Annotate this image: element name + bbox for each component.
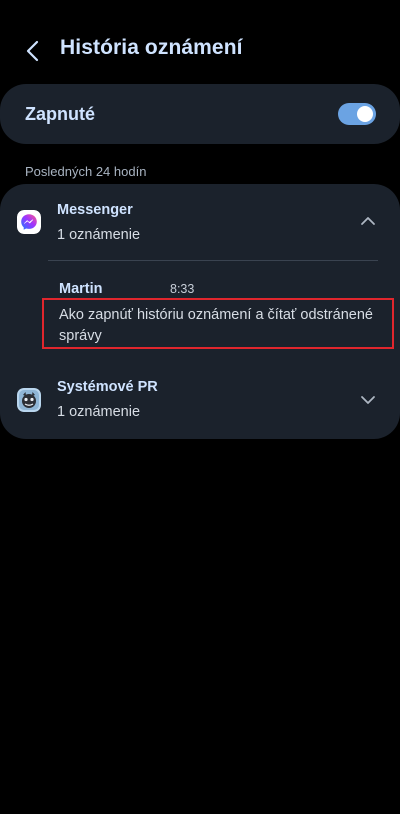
app-name: Messenger	[57, 202, 133, 218]
app-name: Systémové PR	[57, 379, 158, 395]
divider	[48, 260, 378, 261]
notification-sender: Martin	[59, 281, 103, 297]
expand-button[interactable]	[358, 390, 378, 410]
section-label: Posledných 24 hodín	[25, 164, 147, 179]
chevron-down-icon	[361, 396, 375, 404]
app-notification-count: 1 oznámenie	[57, 404, 141, 420]
notification-history-switch[interactable]	[338, 103, 376, 125]
page-title: História oznámení	[60, 36, 243, 59]
highlight-box	[42, 298, 394, 349]
back-arrow-icon	[26, 40, 39, 62]
switch-knob	[357, 106, 373, 122]
app-row-messenger[interactable]: Messenger 1 oznámenie	[0, 190, 400, 250]
chevron-up-icon	[361, 217, 375, 225]
toggle-label: Zapnuté	[25, 104, 95, 124]
system-pr-icon	[17, 388, 41, 412]
app-row-system-pr[interactable]: Systémové PR 1 oznámenie	[0, 370, 400, 430]
app-notification-count: 1 oznámenie	[57, 227, 141, 243]
notification-time: 8:33	[170, 282, 195, 296]
messenger-icon	[17, 210, 41, 234]
back-button[interactable]	[18, 36, 48, 66]
collapse-button[interactable]	[358, 211, 378, 231]
